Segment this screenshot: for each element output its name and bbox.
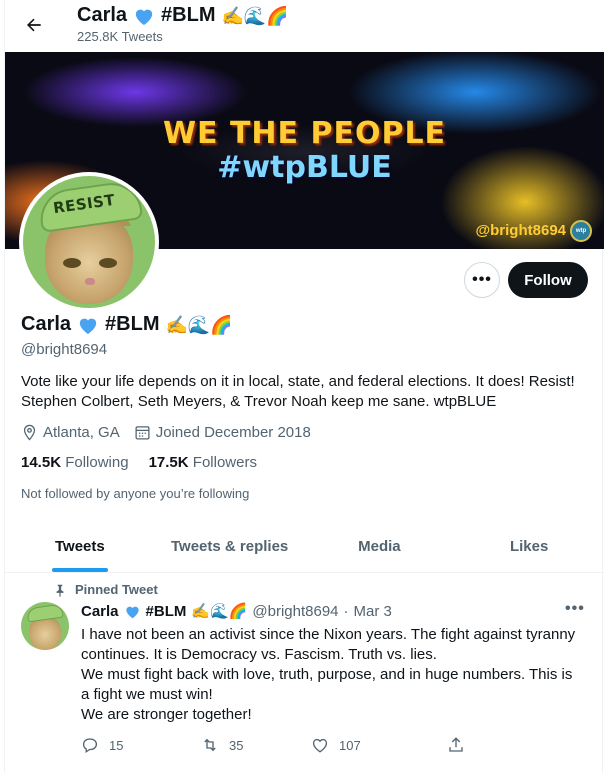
- tweet-more-button[interactable]: •••: [565, 600, 585, 618]
- banner-title: WE THE PEOPLE: [162, 116, 447, 151]
- tweet-line: I have not been an activist since the Ni…: [81, 626, 576, 643]
- pinned-text: Pinned Tweet: [75, 582, 158, 597]
- header-emoji: ✍🌊🌈: [221, 5, 289, 26]
- tab-tweets[interactable]: Tweets: [5, 520, 155, 572]
- heart-icon: [312, 738, 328, 753]
- more-options-button[interactable]: •••: [464, 262, 500, 298]
- joined-item: Joined December 2018: [134, 424, 311, 441]
- pinned-label: Pinned Tweet: [53, 582, 158, 597]
- profile-emoji: ✍🌊🌈: [165, 314, 233, 335]
- profile-tabs: Tweets Tweets & replies Media Likes: [5, 520, 604, 573]
- followers-label: Followers: [192, 454, 257, 471]
- banner-badge-logo: wtp: [570, 220, 592, 242]
- tweet-text: I have not been an activist since the Ni…: [81, 625, 591, 725]
- retweet-icon: [204, 738, 216, 752]
- retweet-button[interactable]: 35: [201, 736, 311, 754]
- resist-hat: [26, 603, 64, 623]
- bio-line: Stephen Colbert, Seth Meyers, & Trevor N…: [21, 393, 497, 410]
- tweet-author-emoji: ✍🌊🌈: [191, 603, 248, 620]
- header-hashtag: #BLM: [161, 4, 216, 26]
- blue-heart-icon: [135, 9, 153, 25]
- blue-heart-icon: [79, 318, 97, 334]
- tab-likes[interactable]: Likes: [454, 520, 604, 572]
- like-count: 107: [339, 737, 361, 753]
- reply-icon: [82, 738, 98, 754]
- tweet-line: We are stronger together!: [81, 706, 252, 723]
- following-count: 14.5K: [21, 454, 62, 471]
- profile-handle: @bright8694: [21, 341, 108, 358]
- profile-page: Carla #BLM ✍🌊🌈 225.8K Tweets WE THE PEOP…: [4, 0, 604, 773]
- bio-line: Vote like your life depends on it in loc…: [21, 373, 575, 390]
- profile-hashtag: #BLM: [105, 313, 160, 335]
- top-bar: Carla #BLM ✍🌊🌈 225.8K Tweets: [5, 0, 604, 50]
- banner-handle: @bright8694: [475, 222, 566, 239]
- followers-link[interactable]: 17.5K Followers: [149, 454, 257, 471]
- like-button[interactable]: 107: [311, 736, 447, 754]
- tweet-count: 225.8K Tweets: [77, 29, 163, 44]
- tweet-author-hashtag: #BLM: [145, 602, 187, 620]
- share-icon: [449, 737, 463, 752]
- joined-text: Joined December 2018: [155, 424, 311, 441]
- followers-count: 17.5K: [148, 454, 189, 471]
- pin-icon: [56, 584, 64, 597]
- following-link[interactable]: 14.5K Following: [21, 454, 129, 471]
- tweet-line: We must fight back with love, truth, pur…: [81, 666, 573, 683]
- share-button[interactable]: [447, 736, 465, 754]
- tweet-author-handle[interactable]: @bright8694: [252, 603, 338, 620]
- location-text: Atlanta, GA: [43, 424, 120, 441]
- following-label: Following: [65, 454, 129, 471]
- tweet-date[interactable]: Mar 3: [354, 603, 392, 620]
- reply-button[interactable]: 15: [81, 736, 201, 754]
- followed-by-note: Not followed by anyone you’re following: [21, 486, 250, 501]
- cat-eye-left: [63, 258, 81, 268]
- profile-name-text: Carla: [21, 313, 72, 335]
- profile-avatar[interactable]: RESIST: [19, 172, 159, 312]
- blue-heart-icon: [125, 606, 139, 618]
- tab-media[interactable]: Media: [305, 520, 455, 572]
- reply-count: 15: [109, 737, 124, 753]
- retweet-count: 35: [229, 737, 244, 753]
- header-title: Carla #BLM ✍🌊🌈: [77, 4, 289, 27]
- profile-name: Carla #BLM ✍🌊🌈: [21, 313, 233, 336]
- location-item: Atlanta, GA: [21, 424, 120, 441]
- follow-button[interactable]: Follow: [508, 262, 588, 298]
- follow-stats: 14.5K Following 17.5K Followers: [21, 454, 257, 471]
- tab-tweets-replies[interactable]: Tweets & replies: [155, 520, 305, 572]
- tweet-header: Carla #BLM ✍🌊🌈 @bright8694 · Mar 3: [81, 602, 392, 621]
- location-pin-icon: [23, 424, 36, 441]
- tweet-avatar[interactable]: [21, 602, 69, 650]
- tweet-line: a fight we must win!: [81, 686, 213, 703]
- cat-eye-right: [99, 258, 117, 268]
- tweet-actions: 15 35 107: [81, 736, 511, 754]
- back-button[interactable]: [19, 10, 49, 40]
- tweet-line: continues. It is Democracy vs. Fascism. …: [81, 646, 437, 663]
- header-name: Carla: [77, 4, 128, 26]
- calendar-icon: [135, 426, 150, 440]
- cat-nose: [85, 278, 95, 285]
- profile-bio: Vote like your life depends on it in loc…: [21, 372, 596, 412]
- tweet-separator: ·: [343, 602, 349, 620]
- tweet-author-name[interactable]: Carla: [81, 603, 119, 620]
- arrow-left-icon: [27, 18, 41, 32]
- profile-meta: Atlanta, GA Joined December 2018: [21, 424, 311, 441]
